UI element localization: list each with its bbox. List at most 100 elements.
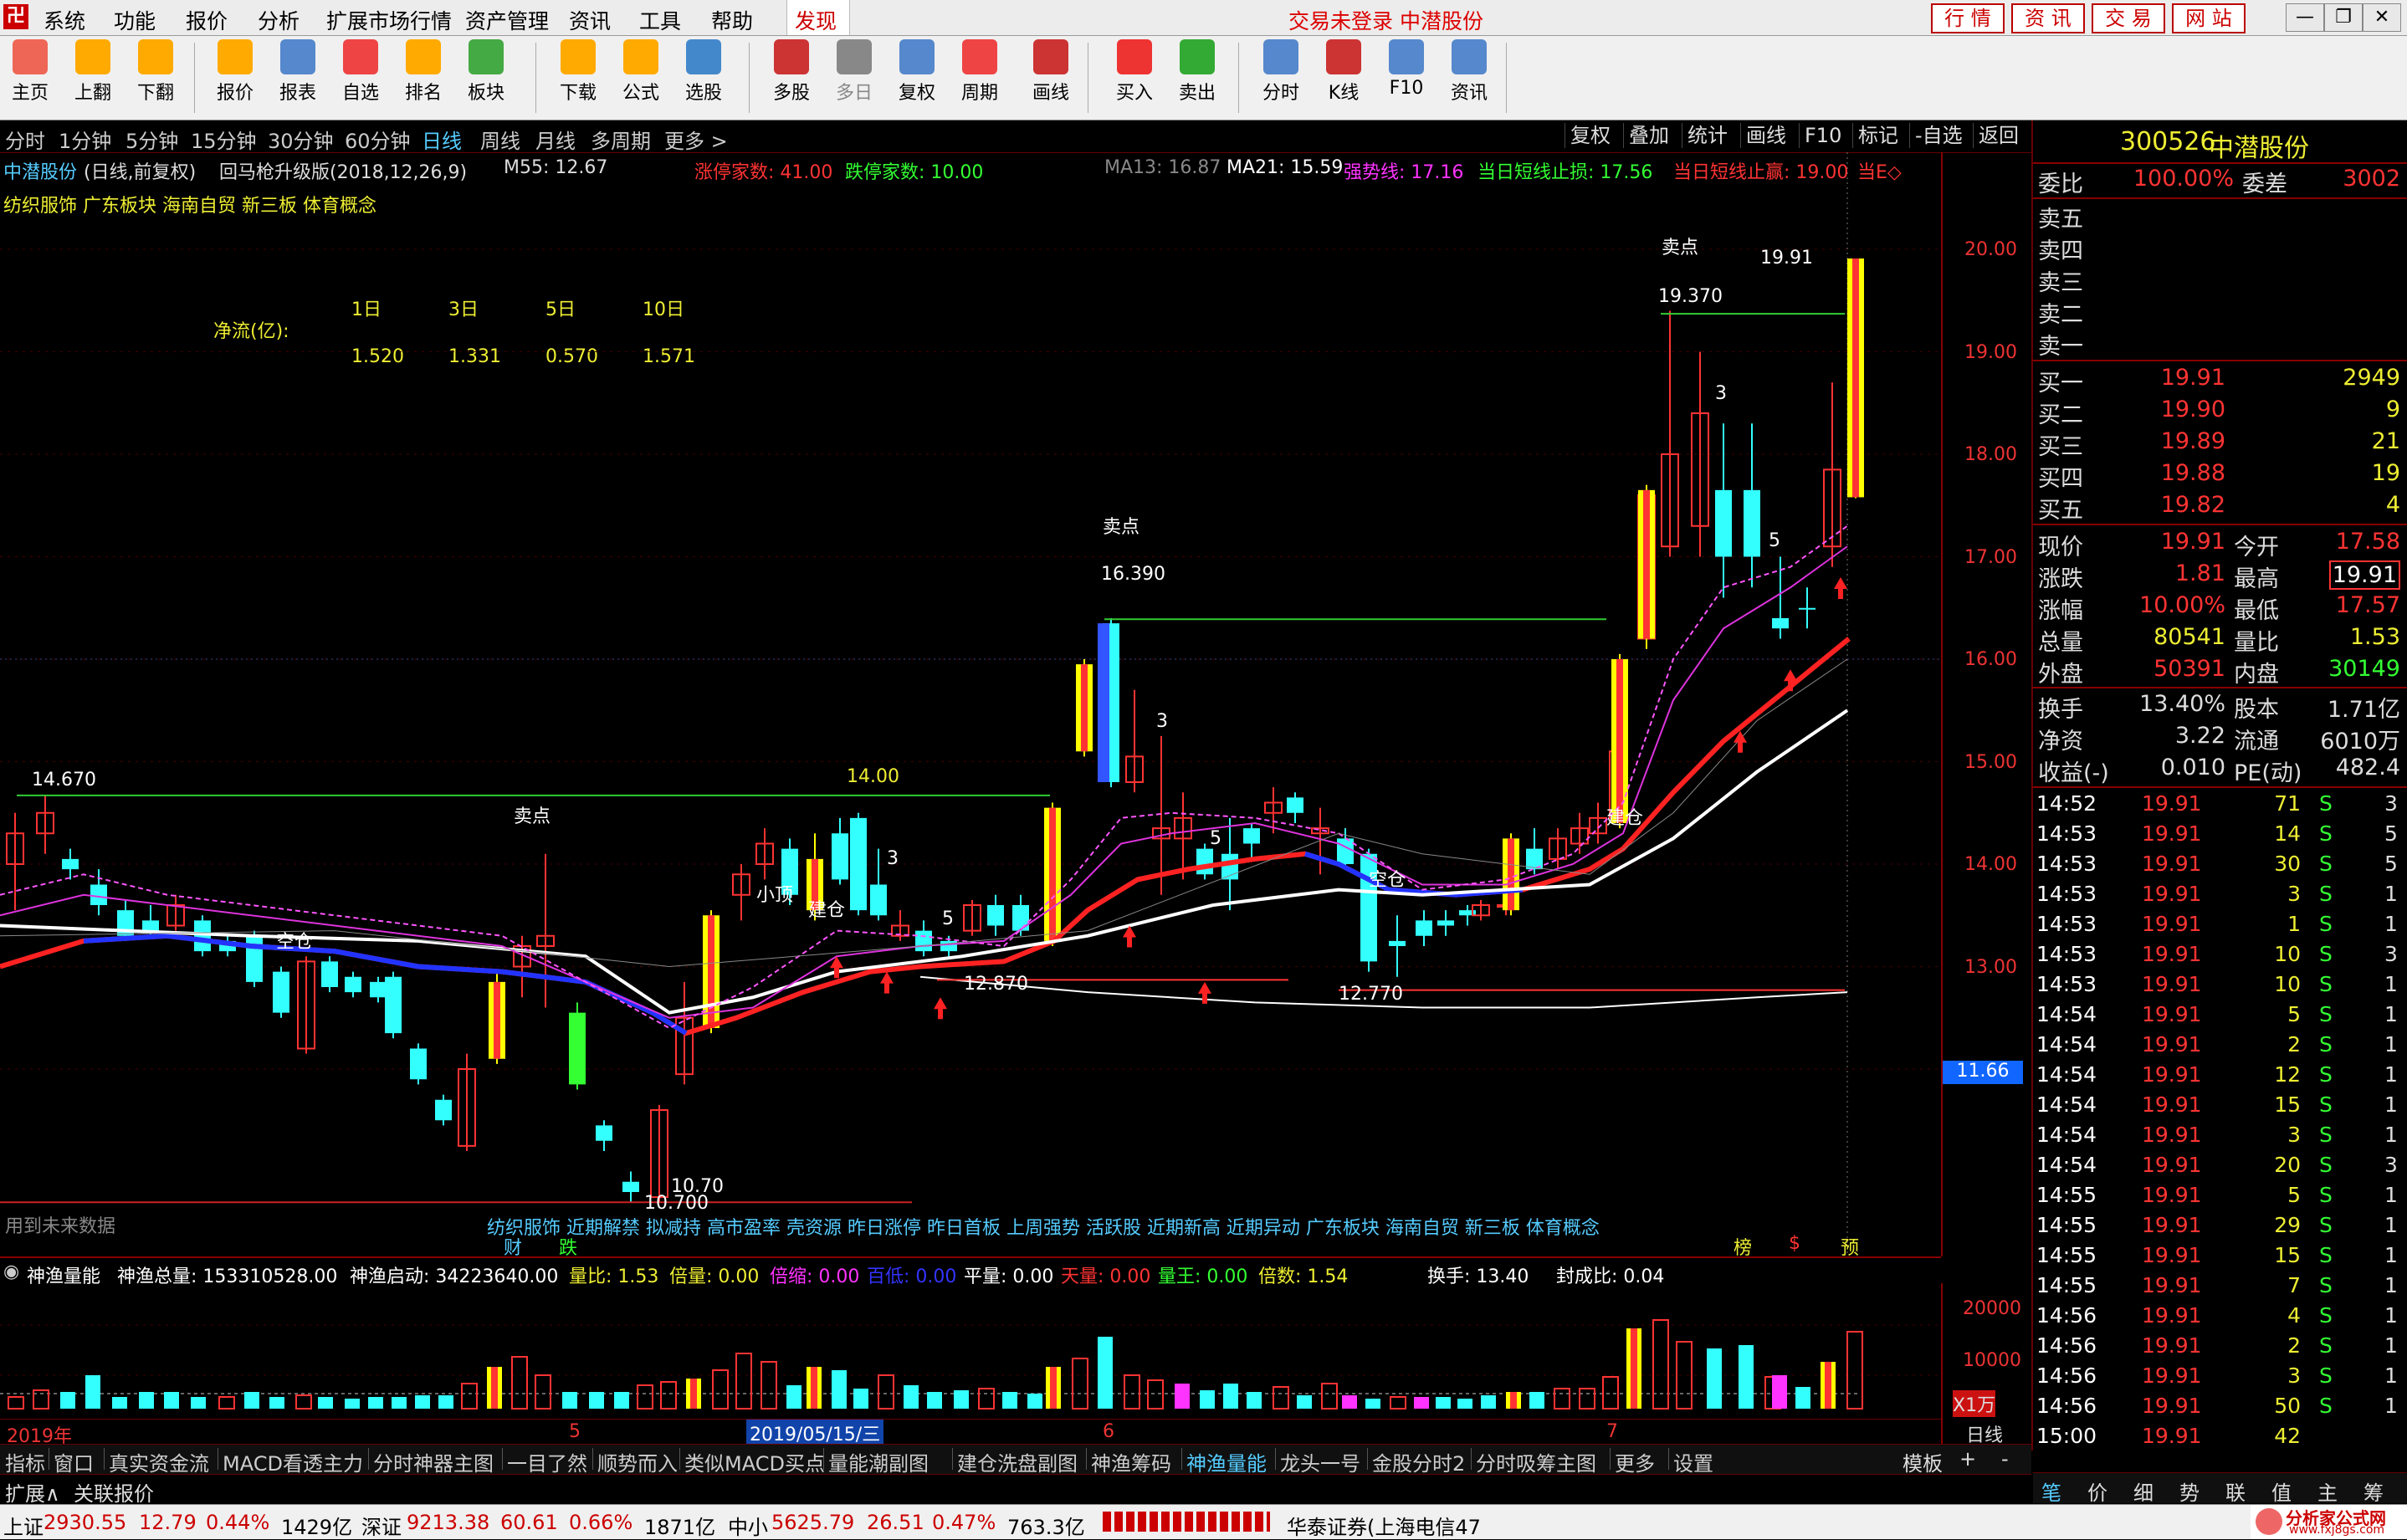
toolbar-adjust-button[interactable]: 复权 <box>887 39 947 105</box>
market-button[interactable]: 行 情 <box>1931 3 2005 33</box>
menu-help[interactable]: 帮助 <box>711 5 753 35</box>
indicator-tab-13[interactable]: 金股分时2 <box>1372 1447 1465 1476</box>
period-tab-1[interactable]: 1分钟 <box>59 125 111 154</box>
tick-count: 1 <box>2384 972 2398 996</box>
volume-bar <box>1772 1375 1787 1409</box>
toolbar-sell-button[interactable]: 卖出 <box>1167 39 1227 105</box>
related-quote-button[interactable]: 关联报价 <box>74 1477 154 1507</box>
quote-tab-1[interactable]: 价 <box>2087 1476 2107 1506</box>
toolbar-download-button[interactable]: 下载 <box>548 39 608 105</box>
website-button[interactable]: 网 站 <box>2172 3 2246 33</box>
quote-tab-3[interactable]: 势 <box>2179 1476 2200 1506</box>
quote-tab-5[interactable]: 值 <box>2271 1476 2292 1506</box>
toolbar-intraday-button[interactable]: 分时 <box>1251 39 1311 105</box>
menu-tools[interactable]: 工具 <box>639 5 681 35</box>
indicator-tab-1[interactable]: 窗口 <box>54 1447 94 1476</box>
menu-quote[interactable]: 报价 <box>186 5 228 35</box>
indicator-tab-7[interactable]: 类似MACD买点 <box>684 1447 825 1476</box>
chart-tab-1[interactable]: 叠加 <box>1623 123 1674 148</box>
trade-button[interactable]: 交 易 <box>2092 3 2165 33</box>
chart-tab-3[interactable]: 画线 <box>1740 123 1791 148</box>
quote-tab-2[interactable]: 细 <box>2133 1476 2153 1506</box>
expand-button[interactable]: 扩展∧ <box>5 1477 60 1507</box>
indicator-tab-10[interactable]: 神渔筹码 <box>1091 1447 1171 1476</box>
toolbar-multi-day-button[interactable]: 多日 <box>824 39 884 105</box>
chart-tab-6[interactable]: -自选 <box>1909 123 1968 148</box>
restore-icon[interactable]: ❐ <box>2324 3 2363 32</box>
candle-core <box>1616 659 1623 823</box>
period-tab-7[interactable]: 周线 <box>480 125 520 154</box>
tick-side: S <box>2319 1333 2333 1358</box>
toolbar-kline-button[interactable]: K线 <box>1314 39 1374 105</box>
chart-tab-5[interactable]: 标记 <box>1852 123 1903 148</box>
toolbar-yen-button[interactable]: 报价 <box>205 39 265 105</box>
indicator-tab-3[interactable]: MACD看透主力 <box>223 1447 363 1476</box>
chart-tab-7[interactable]: 返回 <box>1973 123 2024 148</box>
chart-tab-0[interactable]: 复权 <box>1565 123 1616 148</box>
indicator-tab-0[interactable]: 指标 <box>5 1447 45 1476</box>
menu-discover[interactable]: 发现 <box>795 5 837 35</box>
toolbar-period-button[interactable]: 周期 <box>950 39 1010 105</box>
period-tab-5[interactable]: 60分钟 <box>345 125 411 154</box>
indicator-tab-4[interactable]: 分时神器主图 <box>373 1447 494 1476</box>
tick-row: 14:56 19.91 50 S 1 <box>2033 1392 2407 1422</box>
toolbar-news-button[interactable]: 资讯 <box>1439 39 1499 105</box>
add-button[interactable]: + <box>1959 1447 1976 1471</box>
quote-tab-0[interactable]: 笔 <box>2041 1476 2061 1506</box>
indicator-tab-2[interactable]: 真实资金流 <box>109 1447 209 1476</box>
quote-tab-7[interactable]: 筹 <box>2363 1476 2384 1506</box>
period-tab-9[interactable]: 多周期 <box>591 125 651 154</box>
indicator-tab-15[interactable]: 更多 <box>1615 1447 1655 1476</box>
tick-side: S <box>2319 1394 2333 1418</box>
book-divider <box>2033 687 2407 688</box>
chart-tab-2[interactable]: 统计 <box>1682 123 1733 148</box>
indicator-tab-14[interactable]: 分时吸筹主图 <box>1476 1447 1596 1476</box>
toolbar-home-button[interactable]: 主页 <box>0 39 60 105</box>
menu-asset[interactable]: 资产管理 <box>465 5 549 35</box>
toolbar-arrow-down-button[interactable]: 下翻 <box>125 39 186 105</box>
volume-bar <box>1457 1399 1472 1409</box>
menu-function[interactable]: 功能 <box>114 5 156 35</box>
toolbar-ranking-button[interactable]: 排名 <box>393 39 453 105</box>
menu-extended-market[interactable]: 扩展市场行情 <box>326 5 452 35</box>
tick-side: S <box>2319 1062 2333 1087</box>
remove-button[interactable]: - <box>2001 1447 2009 1471</box>
stat-label: 股本 <box>2234 697 2279 723</box>
menu-analysis[interactable]: 分析 <box>258 5 300 35</box>
toolbar-arrow-up-button[interactable]: 上翻 <box>63 39 123 105</box>
weibi-label: 委比 <box>2038 171 2083 197</box>
period-tab-10[interactable]: 更多 > <box>664 125 728 154</box>
close-icon[interactable]: ✕ <box>2363 3 2401 32</box>
toolbar-draw-line-button[interactable]: 画线 <box>1021 39 1081 105</box>
menu-system[interactable]: 系统 <box>44 5 85 35</box>
indicator-tab-6[interactable]: 顺势而入 <box>597 1447 678 1476</box>
indicator-tab-8[interactable]: 量能潮副图 <box>828 1447 929 1476</box>
quote-tab-6[interactable]: 主 <box>2317 1476 2338 1506</box>
indicator-tab-12[interactable]: 龙头一号 <box>1280 1447 1360 1476</box>
minimize-icon[interactable]: — <box>2286 3 2324 32</box>
indicator-tab-11[interactable]: 神渔量能 <box>1186 1447 1267 1476</box>
kline-chart[interactable]: 中潜股份 (日线,前复权) 回马枪升级版(2018,12,26,9) M55: … <box>0 152 2031 1259</box>
period-tab-6[interactable]: 日线 <box>422 125 462 154</box>
toolbar-f6-button[interactable]: 自选 <box>330 39 391 105</box>
period-tab-2[interactable]: 5分钟 <box>125 125 178 154</box>
quote-tab-4[interactable]: 联 <box>2225 1476 2246 1506</box>
period-tab-8[interactable]: 月线 <box>535 125 576 154</box>
toolbar-multi-stock-button[interactable]: 多股 <box>761 39 822 105</box>
period-tab-0[interactable]: 分时 <box>5 125 45 154</box>
chart-tab-4[interactable]: F10 <box>1799 123 1846 148</box>
period-tab-3[interactable]: 15分钟 <box>191 125 257 154</box>
toolbar-blocks-button[interactable]: 板块 <box>456 39 516 105</box>
indicator-tab-5[interactable]: 一目了然 <box>507 1447 587 1476</box>
toolbar-stock-pick-button[interactable]: 选股 <box>673 39 734 105</box>
period-tab-4[interactable]: 30分钟 <box>268 125 334 154</box>
toolbar-formula-button[interactable]: 公式 <box>611 39 671 105</box>
indicator-tab-9[interactable]: 建仓洗盘副图 <box>957 1447 1078 1476</box>
template-button[interactable]: 模板 <box>1903 1447 1943 1476</box>
toolbar-buy-button[interactable]: 买入 <box>1104 39 1165 105</box>
menu-news[interactable]: 资讯 <box>569 5 611 35</box>
indicator-tab-16[interactable]: 设置 <box>1673 1447 1713 1476</box>
toolbar-f10-button[interactable]: F10 <box>1376 39 1437 99</box>
toolbar-report-button[interactable]: 报表 <box>268 39 328 105</box>
info-button[interactable]: 资 讯 <box>2011 3 2085 33</box>
